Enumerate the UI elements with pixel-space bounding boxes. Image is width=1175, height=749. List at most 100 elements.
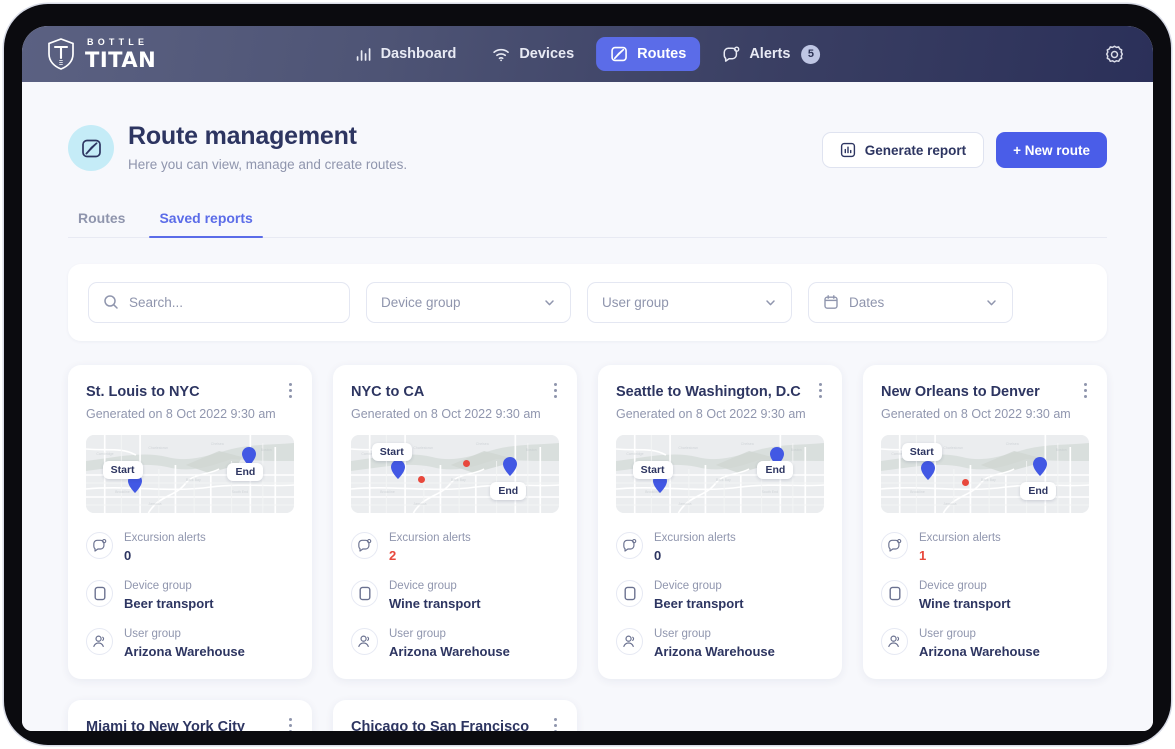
map-end-label: End [757,460,794,479]
map-start-label: Start [102,460,143,479]
excursion-alerts-value: 2 [389,547,397,563]
nav-item-routes[interactable]: Routes [596,37,701,71]
filter-bar: Search... Device group User group Dates [68,263,1107,341]
chevron-down-icon [545,300,554,306]
card-title: Miami to New York City [86,718,245,731]
map-start-label: Start [371,442,412,461]
saved-report-card[interactable]: NYC to CA Generated on 8 Oct 2022 9:30 a… [333,364,577,679]
new-route-button[interactable]: + New route [996,132,1107,168]
wifi-icon [493,48,510,61]
card-generated-date: Generated on 8 Oct 2022 9:30 am [881,406,1071,421]
svg-text:Chelsea: Chelsea [211,442,224,446]
user-group-label: User group [124,627,181,640]
excursion-alert-dot [417,476,425,484]
saved-report-card[interactable]: Miami to New York City Generated on 8 Oc… [68,699,312,731]
map-pin-icon [390,459,405,479]
device-group-label: Device group [124,579,192,592]
card-generated-date: Generated on 8 Oct 2022 9:30 am [351,406,541,421]
alert-bubble-icon [93,538,107,552]
map-pin [920,460,935,480]
tab-saved-reports-label: Saved reports [159,209,253,226]
dates-select[interactable]: Dates [808,281,1013,323]
device-icon [94,586,106,601]
card-title: St. Louis to NYC [86,383,200,400]
nav-item-alerts[interactable]: Alerts 5 [708,37,834,72]
tab-routes[interactable]: Routes [68,204,135,237]
route-map-thumbnail[interactable]: Cambridge Charlestown Chelsea Boston Brook… [881,434,1089,513]
brand-logo[interactable]: BOTTLE TITAN [46,37,156,71]
device-group-value: Wine transport [919,595,1011,611]
map-end-label: End [227,462,264,481]
excursion-alerts-label: Excursion alerts [919,531,1001,544]
user-group-value: Arizona Warehouse [919,643,1040,659]
card-menu-button[interactable] [547,716,563,731]
excursion-alerts-label: Excursion alerts [654,531,736,544]
device-icon [624,586,636,601]
card-stats: Excursion alerts 0 Device group Beer tra… [86,528,294,659]
alerts-count-badge: 5 [801,44,821,64]
card-menu-button[interactable] [1077,381,1093,401]
card-stat: Device group Wine transport [351,576,559,611]
svg-text:Jamaica: Jamaica [413,502,426,506]
device-group-select[interactable]: Device group [366,281,571,323]
saved-report-card[interactable]: St. Louis to NYC Generated on 8 Oct 2022… [68,364,312,679]
svg-text:Charlestown: Charlestown [678,446,698,450]
route-map-thumbnail[interactable]: Cambridge Charlestown Chelsea Boston Brook… [351,434,559,513]
device-group-value: Beer transport [124,595,214,611]
user-group-label: User group [602,294,669,310]
user-group-value: Arizona Warehouse [124,643,245,659]
user-group-label: User group [654,627,711,640]
svg-text:Back Bay: Back Bay [186,478,201,482]
tab-saved-reports[interactable]: Saved reports [149,204,264,239]
page-content: Route management Here you can view, mana… [22,82,1153,731]
brand-bottom-text: TITAN [85,47,157,72]
calendar-icon [824,295,838,310]
user-group-value: Arizona Warehouse [389,643,510,659]
brand-top-text: BOTTLE [87,36,149,47]
nav-item-dashboard[interactable]: Dashboard [341,38,471,71]
svg-text:Jamaica: Jamaica [148,502,161,506]
device-group-value: Beer transport [654,595,744,611]
card-stat: Device group Beer transport [616,576,824,611]
gear-icon[interactable] [1104,44,1125,65]
tab-bar: Routes Saved reports [68,204,1107,239]
generate-report-label: Generate report [864,142,967,158]
generate-report-button[interactable]: Generate report [821,132,985,168]
card-generated-date: Generated on 8 Oct 2022 9:30 am [616,406,806,421]
nav-label-dashboard: Dashboard [380,46,457,62]
search-field[interactable]: Search... [88,281,350,323]
page-header-actions: Generate report + New route [821,122,1107,168]
device-group-label: Device group [389,579,457,592]
card-menu-button[interactable] [282,716,298,731]
excursion-alerts-label: Excursion alerts [389,531,471,544]
map-pin [1032,456,1047,476]
shield-icon [48,38,74,70]
svg-text:Charlestown: Charlestown [943,446,963,450]
tab-routes-label: Routes [78,209,126,226]
route-map-thumbnail[interactable]: Cambridge Charlestown Chelsea Boston Brook… [616,434,824,513]
card-menu-button[interactable] [547,381,563,401]
route-map-thumbnail[interactable]: Cambridge Charlestown Chelsea Boston Brook… [86,434,294,513]
dates-label: Dates [849,294,885,310]
svg-text:Back Bay: Back Bay [451,478,466,482]
saved-report-card[interactable]: Chicago to San Francisco Generated on 8 … [333,699,577,731]
nav-label-devices: Devices [519,46,575,62]
excursion-alerts-value: 0 [124,547,132,563]
nav-item-devices[interactable]: Devices [478,38,588,71]
svg-text:Boston: Boston [1056,448,1067,452]
user-group-icon [623,635,635,647]
search-icon [104,295,118,309]
chevron-down-icon [766,300,775,306]
saved-report-card[interactable]: New Orleans to Denver Generated on 8 Oct… [863,364,1107,679]
card-menu-button[interactable] [282,381,298,401]
user-group-select[interactable]: User group [587,281,792,323]
user-group-label: User group [389,627,446,640]
alert-bubble-icon [623,538,637,552]
chevron-down-icon [987,300,996,306]
svg-text:South End: South End [762,490,779,494]
saved-report-card[interactable]: Seattle to Washington, D.C Generated on … [598,364,842,679]
map-pin [502,456,517,476]
excursion-alerts-value: 0 [654,547,662,563]
saved-reports-grid-row-2: Miami to New York City Generated on 8 Oc… [68,699,1107,731]
card-menu-button[interactable] [812,381,828,401]
